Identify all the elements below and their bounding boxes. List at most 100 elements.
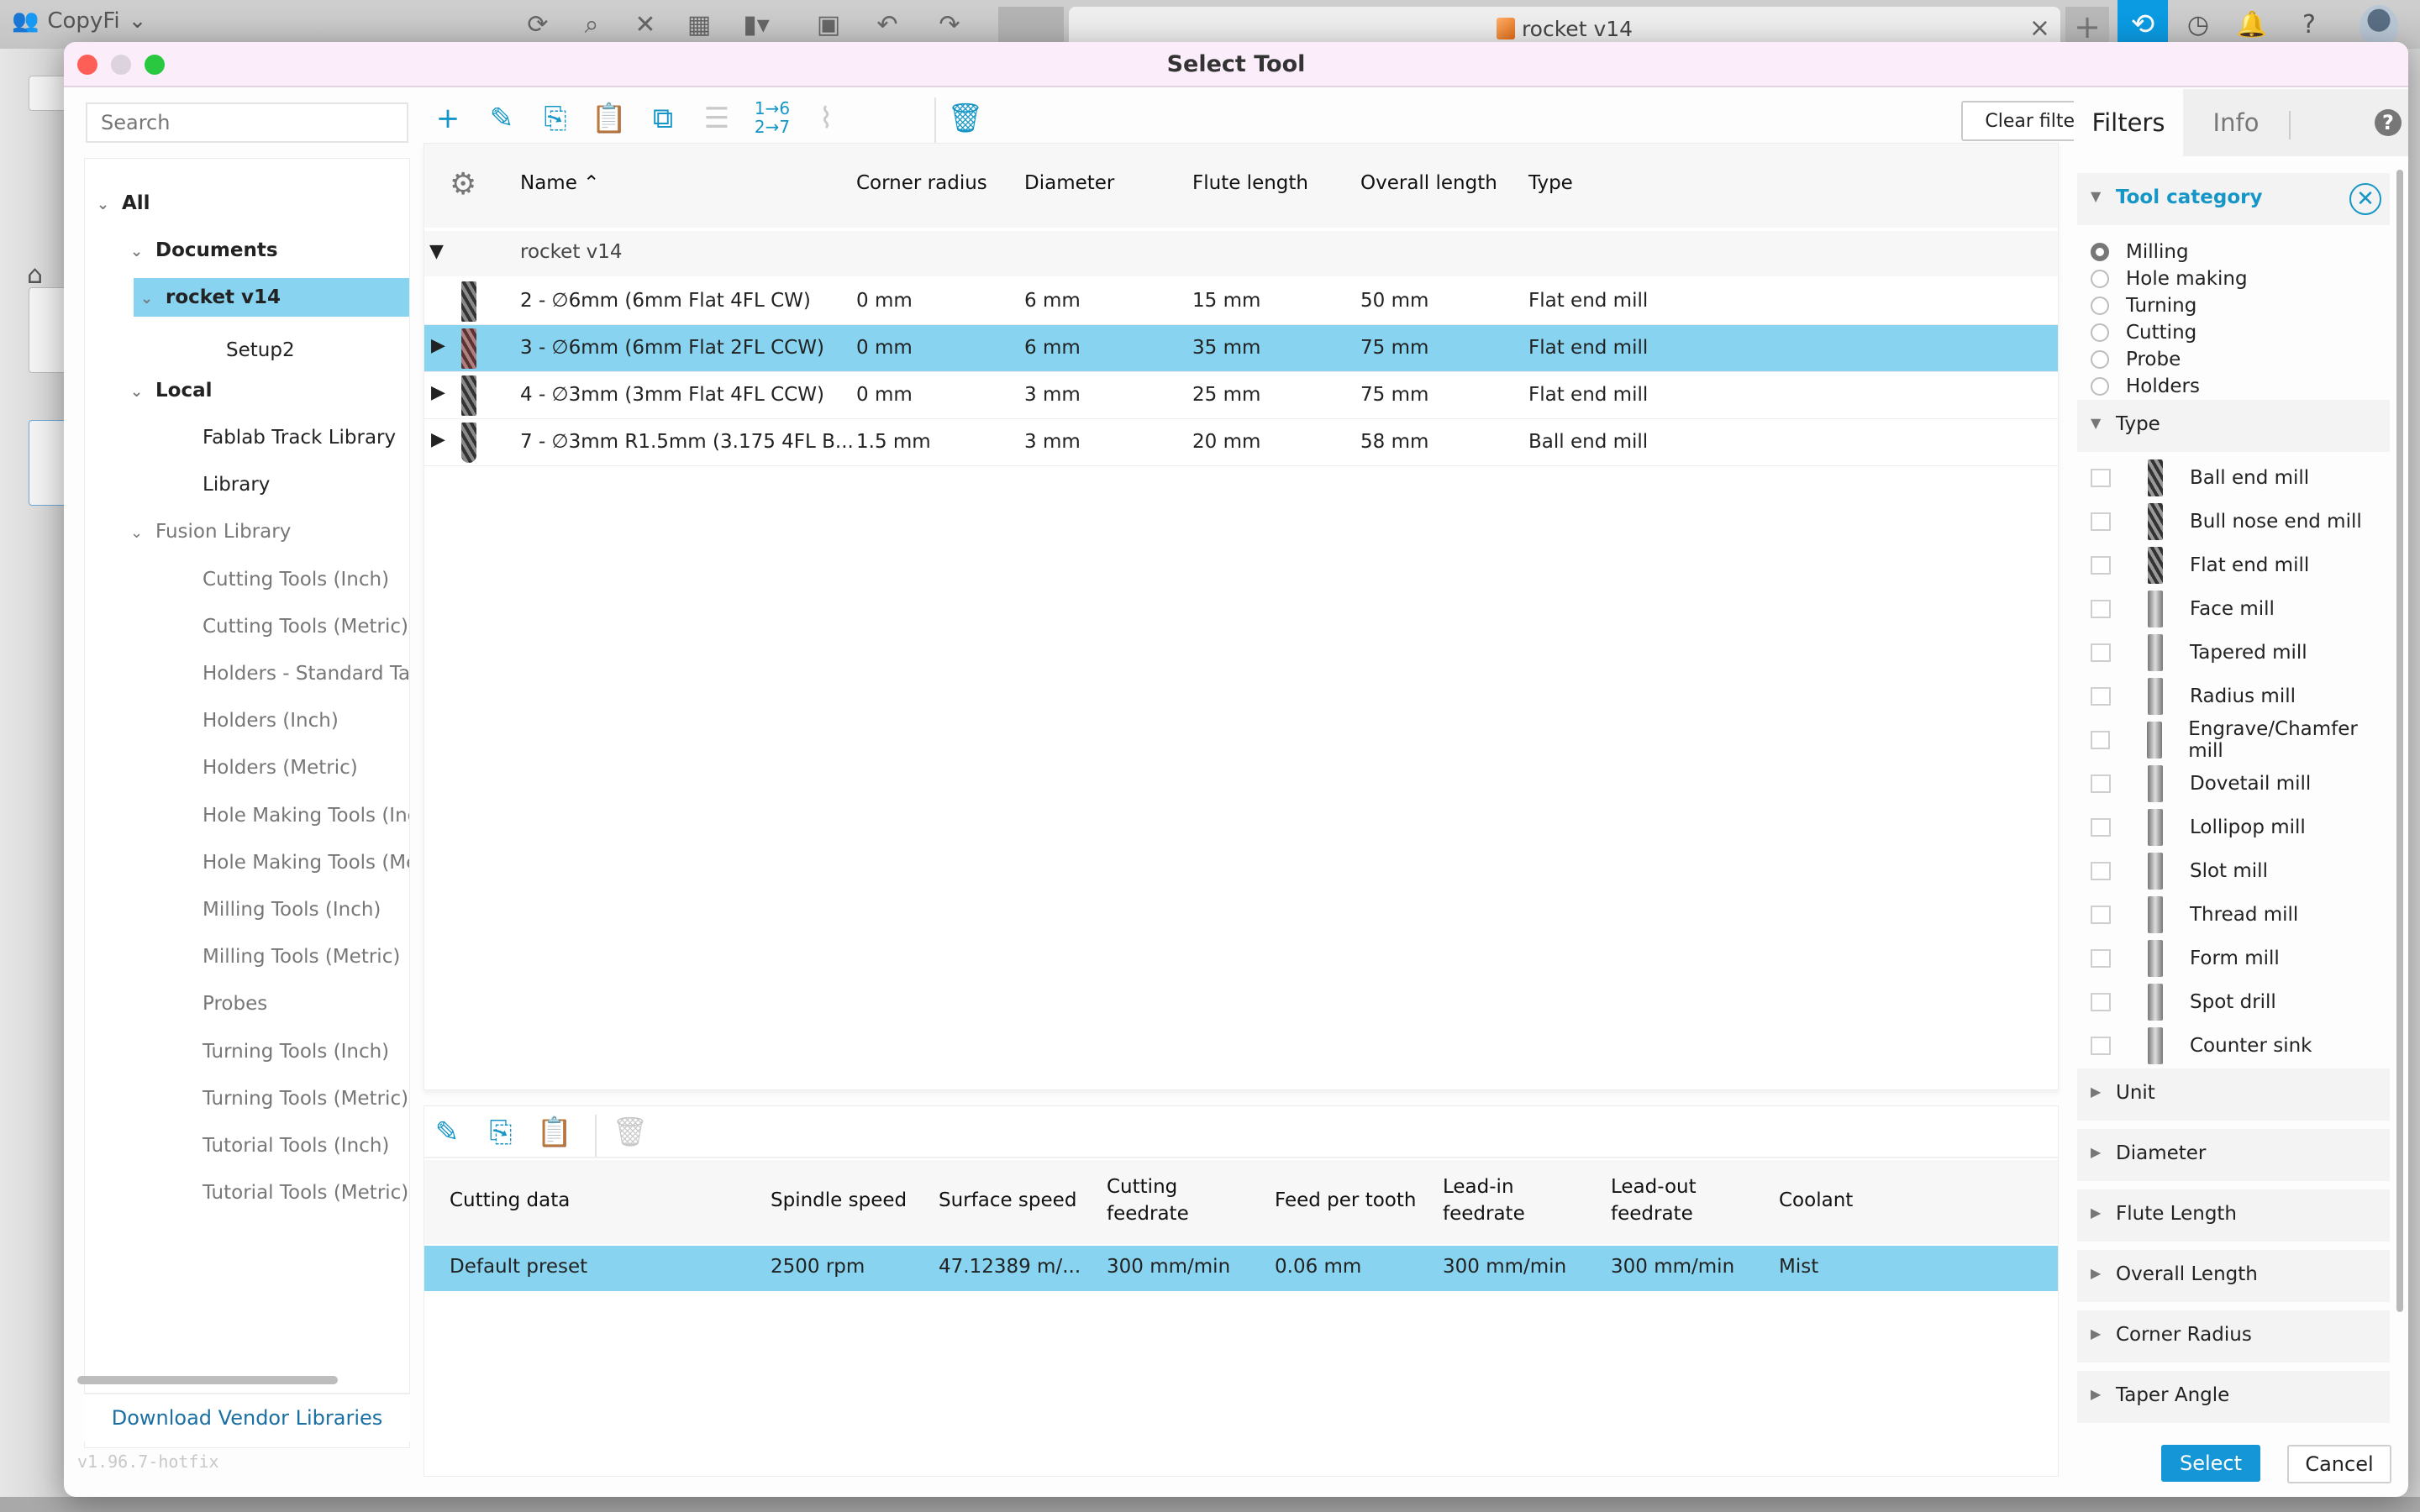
library-search-input[interactable]	[86, 102, 408, 143]
filter-section-unit[interactable]: ▶ Unit	[2077, 1068, 2390, 1121]
category-radio-milling[interactable]: Milling	[2091, 239, 2189, 265]
filter-section-overall-length[interactable]: ▶ Overall Length	[2077, 1250, 2390, 1302]
tree-item[interactable]: Holders (Inch)	[203, 701, 339, 740]
table-row[interactable]: 2 - ∅6mm (6mm Flat 4FL CW) 0 mm 6 mm 15 mm 5…	[424, 278, 2058, 325]
cutting-data-column-header[interactable]: Feed per tooth	[1275, 1187, 1416, 1214]
filter-section-tool-category[interactable]: ▼ Tool category ✕	[2077, 173, 2390, 225]
type-filter-thread-mill[interactable]: Thread mill	[2091, 894, 2298, 936]
cutting-data-column-header[interactable]: Cutting feedrate	[1107, 1173, 1189, 1227]
save-icon[interactable]: ▣	[812, 10, 845, 39]
cutting-data-column-header[interactable]: Lead-out feedrate	[1611, 1173, 1697, 1227]
tree-item[interactable]: Tutorial Tools (Metric)	[203, 1173, 408, 1212]
type-filter-face-mill[interactable]: Face mill	[2091, 588, 2275, 630]
paste-tool-button[interactable]: 📋	[590, 99, 629, 138]
tree-item[interactable]: Turning Tools (Metric)	[203, 1079, 408, 1118]
help-icon[interactable]: ?	[2375, 109, 2402, 136]
cutting-data-column-header[interactable]: Coolant	[1779, 1187, 1853, 1214]
type-filter-flat-end-mill[interactable]: Flat end mill	[2091, 544, 2309, 586]
column-header-diameter[interactable]: Diameter	[1024, 172, 1114, 194]
table-row[interactable]: ▶ 4 - ∅3mm (3mm Flat 4FL CCW) 0 mm 3 mm 25 m…	[424, 372, 2058, 419]
type-filter-radius-mill[interactable]: Radius mill	[2091, 675, 2296, 717]
type-filter-engrave-chamfer-mill[interactable]: Engrave/Chamfer mill	[2091, 718, 2393, 762]
column-header-type[interactable]: Type	[1528, 172, 1573, 194]
tree-item[interactable]: Cutting Tools (Inch)	[203, 560, 389, 599]
type-filter-form-mill[interactable]: Form mill	[2091, 937, 2280, 979]
filter-section-diameter[interactable]: ▶ Diameter	[2077, 1129, 2390, 1181]
checkbox[interactable]	[2091, 512, 2111, 531]
tree-item[interactable]: ⌄ Documents	[130, 231, 278, 270]
type-filter-dovetail-mill[interactable]: Dovetail mill	[2091, 763, 2311, 805]
undo-icon[interactable]: ↶	[871, 10, 904, 39]
duplicate-tool-button[interactable]: ⧉	[644, 99, 682, 138]
bell-icon[interactable]: 🔔	[2235, 8, 2269, 42]
tree-item[interactable]: Cutting Tools (Metric)	[203, 607, 408, 646]
checkbox[interactable]	[2091, 687, 2111, 706]
tree-item[interactable]: ⌄ All	[97, 184, 150, 223]
radio-button[interactable]	[2091, 323, 2109, 342]
checkbox[interactable]	[2091, 600, 2111, 618]
tree-item[interactable]: ⌄ Local	[130, 371, 213, 410]
column-header-flute-length[interactable]: Flute length	[1192, 172, 1308, 194]
checkbox[interactable]	[2091, 643, 2111, 662]
checkbox[interactable]	[2091, 906, 2111, 924]
tree-item[interactable]: Probes	[203, 984, 267, 1023]
clear-category-icon[interactable]: ✕	[2349, 183, 2381, 215]
checkbox[interactable]	[2091, 818, 2111, 837]
paste-preset-button[interactable]: 📋	[535, 1113, 574, 1152]
category-radio-turning[interactable]: Turning	[2091, 292, 2196, 319]
table-row[interactable]: ▶ 7 - ∅3mm R1.5mm (3.175 4FL B... 1.5 mm 3 …	[424, 419, 2058, 466]
chevron-down-icon[interactable]: ⌄	[130, 514, 155, 553]
chevron-down-icon[interactable]: ⌄	[130, 373, 155, 412]
search-icon[interactable]: ⌕	[575, 10, 608, 39]
tree-item[interactable]: Milling Tools (Inch)	[203, 890, 381, 929]
cutting-data-column-header[interactable]: Cutting data	[450, 1187, 570, 1214]
checkbox[interactable]	[2091, 774, 2111, 793]
checkbox[interactable]	[2091, 469, 2111, 487]
checkbox[interactable]	[2091, 862, 2111, 880]
checkbox[interactable]	[2091, 1037, 2111, 1055]
filters-scrollbar[interactable]	[2396, 170, 2403, 1312]
type-filter-spot-drill[interactable]: Spot drill	[2091, 981, 2276, 1023]
tab-filters[interactable]: Filters	[2074, 89, 2183, 156]
tree-item[interactable]: Hole Making Tools (Inch)	[203, 796, 409, 835]
chevron-down-icon[interactable]: ⌄	[140, 280, 166, 318]
cutting-data-column-header[interactable]: Spindle speed	[771, 1187, 907, 1214]
filter-section-taper-angle[interactable]: ▶ Taper Angle	[2077, 1371, 2390, 1423]
checkbox[interactable]	[2091, 731, 2111, 749]
cancel-button[interactable]: Cancel	[2287, 1445, 2391, 1483]
group-row[interactable]: ▼ rocket v14	[424, 231, 2058, 276]
cutting-data-row[interactable]: Default preset 2500 rpm 47.12389 m/... 300 …	[424, 1246, 2058, 1291]
gear-icon[interactable]: ⚙	[450, 167, 476, 202]
grid-icon[interactable]: ▦	[682, 10, 716, 39]
radio-button[interactable]	[2091, 377, 2109, 396]
cutting-data-column-header[interactable]: Surface speed	[939, 1187, 1076, 1214]
type-filter-bull-nose-end-mill[interactable]: Bull nose end mill	[2091, 501, 2362, 543]
category-radio-hole-making[interactable]: Hole making	[2091, 265, 2248, 292]
radio-button[interactable]	[2091, 297, 2109, 315]
tree-item[interactable]: Holders - Standard Taper	[203, 654, 409, 693]
close-icon[interactable]: ✕	[629, 10, 662, 39]
category-radio-probe[interactable]: Probe	[2091, 346, 2181, 373]
delete-preset-button[interactable]: 🗑	[611, 1113, 650, 1152]
chevron-down-icon[interactable]: ⌄	[130, 233, 155, 271]
tree-item[interactable]: Setup2	[226, 331, 295, 370]
home-icon[interactable]: ⌂	[27, 260, 43, 290]
column-header-overall-length[interactable]: Overall length	[1360, 172, 1497, 194]
tree-item[interactable]: Library	[203, 465, 270, 504]
tree-horizontal-scrollbar[interactable]	[77, 1376, 338, 1384]
type-filter-lollipop-mill[interactable]: Lollipop mill	[2091, 806, 2306, 848]
team-switcher[interactable]: 👥 CopyFi ⌄	[12, 8, 146, 34]
tree-item[interactable]: Fablab Track Library	[203, 418, 396, 457]
checkbox[interactable]	[2091, 949, 2111, 968]
tab-info[interactable]: Info	[2183, 89, 2289, 156]
radio-button[interactable]	[2091, 350, 2109, 369]
edit-tool-button[interactable]: ✎	[482, 99, 521, 138]
category-radio-holders[interactable]: Holders	[2091, 373, 2200, 400]
copy-preset-button[interactable]: ⎘	[481, 1113, 520, 1152]
renumber-button[interactable]: 1→6 2→7	[753, 99, 792, 138]
redo-icon[interactable]: ↷	[933, 10, 966, 39]
category-radio-cutting[interactable]: Cutting	[2091, 319, 2196, 346]
filter-section-type[interactable]: ▼ Type	[2077, 400, 2390, 452]
expand-triangle-icon[interactable]: ▶	[431, 335, 445, 356]
expand-triangle-icon[interactable]: ▶	[431, 382, 445, 403]
